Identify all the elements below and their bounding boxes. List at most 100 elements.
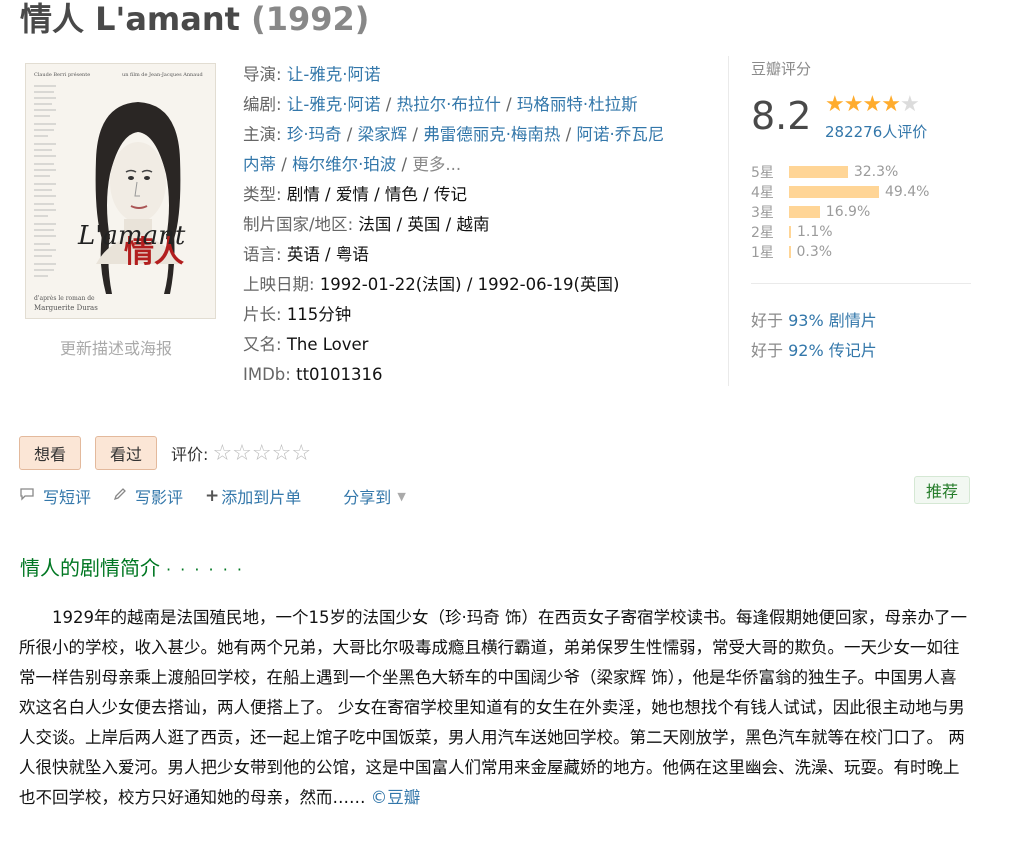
write-review-button[interactable]: 写影评: [113, 484, 183, 508]
writer-link[interactable]: 热拉尔·布拉什: [397, 95, 501, 114]
want-to-see-button[interactable]: 想看: [19, 436, 82, 470]
info-country: 制片国家/地区: 法国 / 英国 / 越南: [243, 215, 490, 234]
rate-label: 评价:: [171, 445, 209, 464]
star-filled-icon: ★: [843, 92, 864, 117]
add-to-list-label: 添加到片单: [221, 488, 302, 507]
director-label: 导演: [243, 65, 276, 84]
info-director: 导演: 让-雅克·阿诺: [243, 65, 381, 84]
release-label: 上映日期: [243, 275, 309, 294]
rating-bar-label: 4星: [751, 185, 774, 201]
rating-bar: [789, 186, 879, 198]
cast-more-link[interactable]: 更多...: [412, 155, 461, 174]
director-link[interactable]: 让-雅克·阿诺: [287, 65, 381, 84]
runtime-value: 115分钟: [286, 305, 352, 324]
rating-bar-label: 5星: [751, 165, 774, 181]
rating-bar: [789, 206, 820, 218]
info-genre: 类型: 剧情 / 爱情 / 情色 / 传记: [243, 185, 467, 204]
share-label: 分享到: [343, 488, 392, 507]
runtime-label: 片长: [243, 305, 276, 324]
rating-stars-icon: ★★★★★: [825, 92, 920, 117]
country-value: 法国 / 英国 / 越南: [358, 215, 490, 234]
rating-bar: [789, 226, 791, 238]
poster-film-title: L'amant: [77, 221, 186, 251]
aka-value: The Lover: [286, 335, 369, 354]
intro-heading: 情人的剧情简介 · · · · · ·: [20, 552, 244, 581]
rating-people-link[interactable]: 282276人评价: [825, 121, 927, 142]
better-than-link[interactable]: 93% 剧情片: [788, 311, 877, 330]
genre-label: 类型: [243, 185, 276, 204]
language-value: 英语 / 粤语: [286, 245, 369, 264]
rating-bar: [789, 246, 791, 258]
country-label: 制片国家/地区: [243, 215, 348, 234]
seen-button[interactable]: 看过: [95, 436, 158, 470]
info-imdb: IMDb: tt0101316: [243, 365, 383, 384]
rating-bar-label: 2星: [751, 225, 774, 241]
operation-bar: 写短评 写影评 + 添加到片单 分享到 ▼: [19, 484, 428, 508]
intro-body: 1929年的越南是法国殖民地，一个15岁的法国少女（珍·玛奇 饰）在西贡女子寄宿…: [19, 603, 969, 813]
rating-bar-label: 3星: [751, 205, 774, 221]
cast-link[interactable]: 弗雷德丽克·梅南热: [423, 125, 560, 144]
rating-bar-percent: 0.3%: [796, 244, 833, 260]
aka-label: 又名: [243, 335, 276, 354]
info-language: 语言: 英语 / 粤语: [243, 245, 369, 264]
writer-link[interactable]: 玛格丽特·杜拉斯: [517, 95, 638, 114]
rating-bar-row: 2星 1.1%: [751, 222, 929, 242]
writer-label: 编剧: [243, 95, 276, 114]
share-button[interactable]: 分享到 ▼: [343, 484, 405, 508]
info-runtime: 片长: 115分钟: [243, 305, 352, 324]
info-cast: 主演: 珍·玛奇 / 梁家辉 / 弗雷德丽克·梅南热 / 阿诺·乔瓦尼: [243, 125, 665, 144]
better-than-item: 好于 92% 传记片: [751, 336, 877, 366]
info-aka: 又名: The Lover: [243, 335, 369, 354]
add-to-list-button[interactable]: + 添加到片单: [205, 484, 301, 508]
cast-link[interactable]: 阿诺·乔瓦尼: [577, 125, 665, 144]
genre-value: 剧情 / 爱情 / 情色 / 传记: [286, 185, 467, 204]
action-bar: 想看 看过 评价: ☆☆☆☆☆: [19, 436, 311, 470]
movie-year: (1992): [251, 0, 370, 38]
star-filled-icon: ★: [862, 92, 882, 117]
info-release: 上映日期: 1992-01-22(法国) / 1992-06-19(英国): [243, 275, 620, 294]
rating-bar-row: 3星 16.9%: [751, 202, 929, 222]
poster-credit-left: Claude Berri présente: [34, 71, 90, 78]
better-than-link[interactable]: 92% 传记片: [788, 341, 877, 360]
source-link[interactable]: ©豆瓣: [371, 788, 421, 807]
rating-bar-percent: 49.4%: [885, 184, 930, 200]
intro-text: 1929年的越南是法国殖民地，一个15岁的法国少女（珍·玛奇 饰）在西贡女子寄宿…: [19, 608, 967, 807]
rating-bar-percent: 1.1%: [797, 224, 833, 240]
recommend-button[interactable]: 推荐: [914, 476, 971, 504]
movie-poster[interactable]: Claude Berri présente un film de Jean-Ja…: [25, 63, 216, 319]
better-than-prefix: 好于: [751, 341, 784, 360]
poster-image: Claude Berri présente un film de Jean-Ja…: [26, 64, 215, 318]
intro-heading-text: 情人的剧情简介: [20, 556, 160, 580]
rating-bar: [789, 166, 848, 178]
rating-bar-row: 5星 32.3%: [751, 162, 929, 182]
info-writer: 编剧: 让-雅克·阿诺 / 热拉尔·布拉什 / 玛格丽特·杜拉斯: [243, 95, 638, 114]
star-empty-icon: ★: [899, 92, 920, 117]
better-than-item: 好于 93% 剧情片: [751, 306, 877, 336]
short-review-button[interactable]: 写短评: [19, 484, 91, 508]
movie-title: 情人 L'amant: [20, 0, 240, 38]
intro-heading-dots: · · · · · ·: [166, 560, 244, 579]
write-review-label: 写影评: [135, 488, 184, 507]
pencil-icon: [113, 487, 127, 505]
info-cast-cont: 内蒂 / 梅尔维尔·珀波 / 更多...: [243, 155, 462, 174]
page-title: 情人 L'amant (1992): [20, 0, 369, 40]
update-description-link[interactable]: 更新描述或海报: [60, 335, 172, 359]
cast-link[interactable]: 梅尔维尔·珀波: [292, 155, 396, 174]
poster-credit-right: un film de Jean-Jacques Annaud: [122, 72, 203, 78]
poster-footer-2: Marguerite Duras: [34, 304, 98, 312]
movie-info: 导演: 让-雅克·阿诺 编剧: 让-雅克·阿诺 / 热拉尔·布拉什 / 玛格丽特…: [243, 60, 713, 390]
rate-stars-icon[interactable]: ☆☆☆☆☆: [212, 441, 311, 466]
cast-link[interactable]: 内蒂: [243, 155, 276, 174]
language-label: 语言: [243, 245, 276, 264]
rating-title: 豆瓣评分: [751, 60, 812, 78]
cast-link[interactable]: 梁家辉: [358, 125, 408, 144]
writer-link[interactable]: 让-雅克·阿诺: [287, 95, 381, 114]
cast-link[interactable]: 珍·玛奇: [287, 125, 342, 144]
poster-footer-1: d'après le roman de: [34, 295, 95, 302]
imdb-label: IMDb: [243, 365, 286, 384]
rating-bar-row: 1星 0.3%: [751, 242, 929, 262]
plus-icon: +: [205, 486, 220, 506]
rating-divider: [751, 283, 971, 284]
rating-bar-percent: 16.9%: [825, 204, 871, 220]
imdb-value: tt0101316: [296, 365, 383, 384]
